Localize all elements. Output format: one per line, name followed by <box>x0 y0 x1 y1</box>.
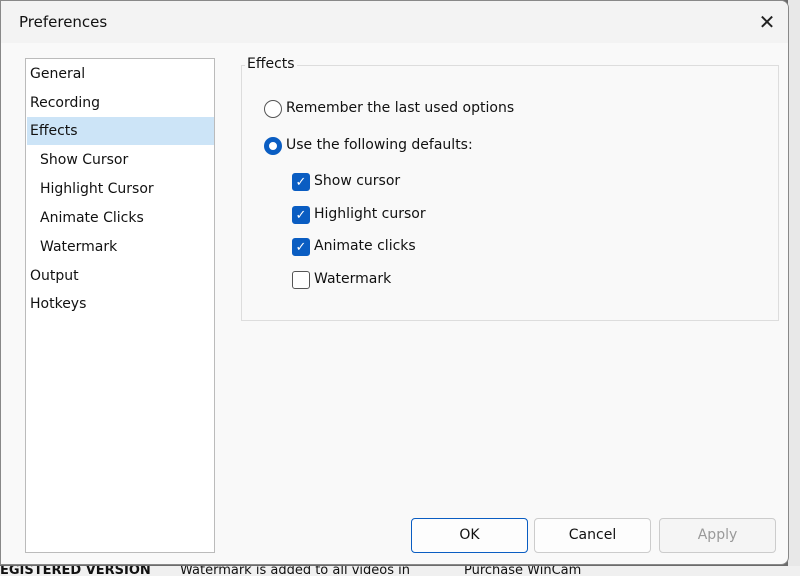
animate-clicks-checkbox[interactable]: ✓ <box>292 238 310 256</box>
registration-text: EGISTERED VERSION <box>0 566 151 576</box>
nav-item-general[interactable]: General <box>27 60 214 88</box>
remember-options-label[interactable]: Remember the last used options <box>286 100 514 116</box>
show-cursor-checkbox[interactable]: ✓ <box>292 173 310 191</box>
category-list: General Recording Effects Show Cursor Hi… <box>25 58 215 553</box>
ok-button[interactable]: OK <box>411 518 528 553</box>
nav-item-output[interactable]: Output <box>27 262 214 290</box>
highlight-cursor-checkbox[interactable]: ✓ <box>292 206 310 224</box>
background-status-bar: EGISTERED VERSION Watermark is added to … <box>0 566 800 576</box>
watermark-checkbox[interactable] <box>292 271 310 289</box>
watermark-label[interactable]: Watermark <box>314 271 391 287</box>
background-window-edge <box>788 0 800 566</box>
nav-item-recording[interactable]: Recording <box>27 89 214 117</box>
nav-item-effects[interactable]: Effects <box>27 117 214 145</box>
close-icon[interactable]: ✕ <box>753 9 781 35</box>
dialog-title: Preferences <box>19 13 108 31</box>
nav-item-hotkeys[interactable]: Hotkeys <box>27 290 214 318</box>
remember-options-radio[interactable] <box>264 100 282 118</box>
nav-item-show-cursor[interactable]: Show Cursor <box>27 146 214 174</box>
highlight-cursor-label[interactable]: Highlight cursor <box>314 206 426 222</box>
nav-item-watermark[interactable]: Watermark <box>27 233 214 261</box>
animate-clicks-label[interactable]: Animate clicks <box>314 238 416 254</box>
title-bar: Preferences ✕ <box>1 1 788 43</box>
nav-item-highlight-cursor[interactable]: Highlight Cursor <box>27 175 214 203</box>
watermark-notice: Watermark is added to all videos in <box>180 566 410 576</box>
use-defaults-radio[interactable] <box>264 137 282 155</box>
effects-group-label: Effects <box>245 56 297 72</box>
cancel-button[interactable]: Cancel <box>534 518 651 553</box>
preferences-dialog: Preferences ✕ General Recording Effects … <box>0 0 789 565</box>
apply-button[interactable]: Apply <box>659 518 776 553</box>
nav-item-animate-clicks[interactable]: Animate Clicks <box>27 204 214 232</box>
purchase-link[interactable]: Purchase WinCam <box>464 566 581 576</box>
use-defaults-label[interactable]: Use the following defaults: <box>286 137 473 153</box>
show-cursor-label[interactable]: Show cursor <box>314 173 400 189</box>
